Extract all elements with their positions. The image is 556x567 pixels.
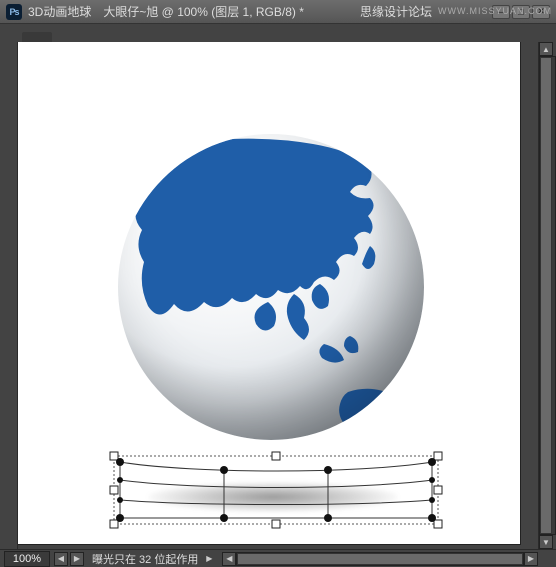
status-menu-arrow-icon[interactable]: ▶: [204, 554, 214, 564]
document-title: 3D动画地球 大眼仔~旭 @ 100% (图层 1, RGB/8) *: [28, 3, 360, 20]
horizontal-scrollbar-track[interactable]: [236, 552, 524, 566]
tab-handle[interactable]: [22, 32, 52, 42]
right-gutter: ▲ ▼: [538, 42, 556, 549]
vertical-scrollbar-track[interactable]: [539, 56, 556, 535]
globe-artwork: [118, 134, 424, 440]
canvas-wrap: [18, 42, 538, 549]
left-gutter: [0, 42, 18, 549]
canvas[interactable]: [18, 42, 520, 544]
tab-strip: [0, 24, 556, 42]
warp-transform-box[interactable]: [114, 456, 438, 524]
watermark: WWW.MISSYUAN.COM: [438, 6, 552, 16]
document-row: ▲ ▼: [0, 42, 556, 549]
status-nav-right[interactable]: ▶: [70, 552, 84, 566]
app-window: Ps 3D动画地球 大眼仔~旭 @ 100% (图层 1, RGB/8) * 思…: [0, 0, 556, 567]
photoshop-icon: Ps: [6, 4, 22, 20]
status-nav-left[interactable]: ◀: [54, 552, 68, 566]
scroll-left-button[interactable]: ◀: [222, 552, 236, 566]
document-body: ▲ ▼ 100% ◀ ▶ 曝光只在 32 位起作用 ▶ ◀ ▶: [0, 24, 556, 567]
titlebar[interactable]: Ps 3D动画地球 大眼仔~旭 @ 100% (图层 1, RGB/8) * 思…: [0, 0, 556, 24]
vertical-scrollbar-thumb[interactable]: [540, 57, 552, 534]
scroll-down-button[interactable]: ▼: [539, 535, 553, 549]
scroll-up-button[interactable]: ▲: [539, 42, 553, 56]
status-text: 曝光只在 32 位起作用: [92, 551, 198, 567]
horizontal-scrollbar-thumb[interactable]: [237, 553, 523, 565]
scroll-right-button[interactable]: ▶: [524, 552, 538, 566]
zoom-input[interactable]: 100%: [4, 551, 50, 567]
warp-grid: [114, 456, 438, 524]
canvas-area[interactable]: [18, 42, 538, 549]
status-bar: 100% ◀ ▶ 曝光只在 32 位起作用 ▶ ◀ ▶: [0, 549, 556, 567]
landmass-svg: [118, 134, 424, 440]
titlebar-right-text: 思缘设计论坛: [360, 3, 432, 20]
